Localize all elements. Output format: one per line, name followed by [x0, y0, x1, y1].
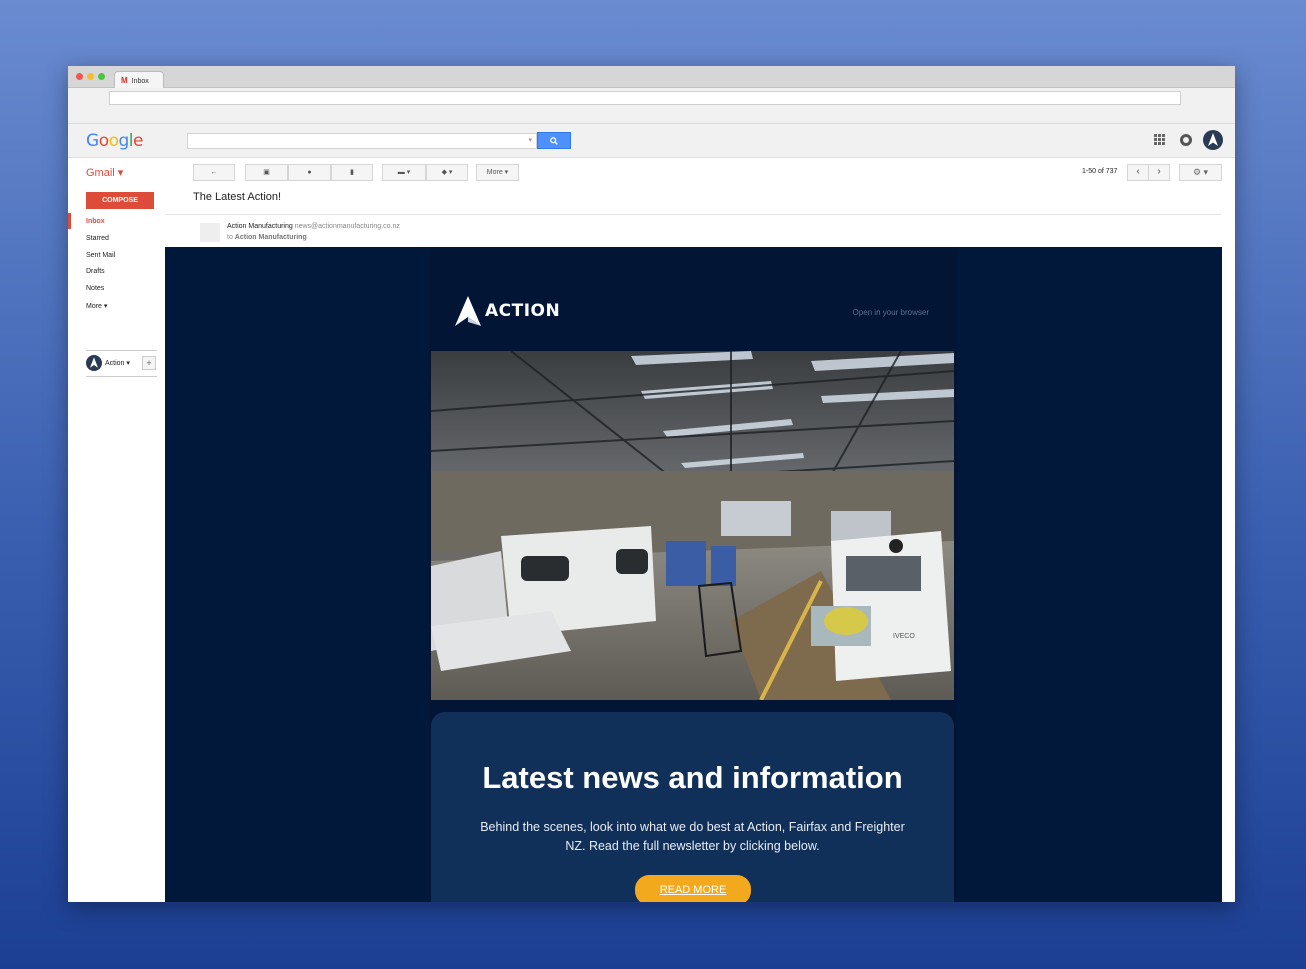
labels-button[interactable]: ◆ ▾ [426, 164, 468, 181]
email-body: ACTION Open in your browser IVECO Latest… [165, 247, 1222, 902]
hangouts-user-name[interactable]: Action ▾ [105, 359, 130, 367]
sidebar-item-inbox[interactable]: Inbox [86, 218, 105, 225]
open-in-browser-link[interactable]: Open in your browser [853, 308, 929, 317]
chevron-down-icon[interactable]: ▾ [528, 136, 532, 144]
message-divider [165, 214, 1221, 215]
tab-label: Inbox [131, 78, 149, 85]
gmail-label[interactable]: Gmail ▾ [86, 166, 123, 179]
address-bar-row [68, 88, 1235, 124]
email-subject: The Latest Action! [193, 191, 282, 203]
delete-button[interactable]: ▮ [331, 164, 373, 181]
settings-button[interactable]: ⚙ ▾ [1179, 164, 1222, 181]
browser-tab-inbox[interactable]: M Inbox [114, 71, 164, 88]
archive-button[interactable]: ▣ [245, 164, 288, 181]
newer-page-button[interactable]: ‹ [1127, 164, 1149, 181]
news-box: Latest news and information Behind the s… [431, 712, 954, 902]
sidebar-item-notes[interactable]: Notes [86, 285, 104, 292]
svg-text:IVECO: IVECO [893, 633, 915, 640]
google-logo-letter: o [108, 131, 119, 151]
maximize-window-button[interactable] [98, 73, 105, 80]
address-bar[interactable] [109, 91, 1181, 105]
google-logo-letter: o [98, 131, 109, 151]
more-actions-button[interactable]: More ▾ [476, 164, 519, 181]
add-hangout-button[interactable]: + [142, 356, 156, 370]
brand-name: ACTION [485, 301, 561, 321]
compose-button[interactable]: COMPOSE [86, 192, 154, 209]
recipient-line: to Action Manufacturing [227, 234, 307, 241]
sidebar-divider [86, 350, 157, 351]
search-button[interactable] [537, 132, 571, 149]
back-button[interactable]: ← [193, 164, 235, 181]
news-headline: Latest news and information [482, 760, 903, 795]
notifications-icon[interactable] [1180, 134, 1192, 146]
apps-grid-icon[interactable] [1154, 134, 1165, 148]
sender-avatar [200, 223, 220, 242]
report-spam-button[interactable]: ● [288, 164, 331, 181]
read-more-button[interactable]: READ MORE [635, 875, 751, 902]
close-window-button[interactable] [76, 73, 83, 80]
google-logo-letter: G [86, 131, 99, 151]
action-logo-icon [1208, 133, 1218, 146]
minimize-window-button[interactable] [87, 73, 94, 80]
sidebar-item-starred[interactable]: Starred [86, 235, 109, 242]
action-logo-icon [90, 357, 98, 368]
news-description: Behind the scenes, look into what we do … [480, 820, 905, 853]
hero-image-factory: IVECO [431, 351, 954, 700]
move-to-button[interactable]: ▬ ▾ [382, 164, 426, 181]
pagination-count: 1-50 of 737 [1082, 168, 1118, 175]
browser-window: M Inbox Google ▾ Gmail ▾ ← ▣ ● ▮ ▬ ▾ ◆ ▾… [68, 66, 1235, 902]
sender-email: news@actionmanufacturing.co.nz [294, 223, 400, 230]
brand-logo[interactable]: ACTION [455, 296, 560, 326]
sidebar-divider [86, 376, 157, 377]
search-input[interactable]: ▾ [187, 133, 537, 149]
newsletter-card: ACTION Open in your browser IVECO Latest… [429, 247, 957, 902]
hangouts-avatar[interactable] [86, 355, 102, 371]
account-avatar[interactable] [1203, 130, 1223, 150]
browser-titlebar: M Inbox [68, 66, 1235, 88]
sidebar-item-drafts[interactable]: Drafts [86, 268, 105, 275]
to-prefix: to [227, 234, 233, 241]
action-logo-icon [455, 296, 481, 326]
sidebar-item-more[interactable]: More ▾ [86, 302, 107, 310]
google-header: Google ▾ [68, 124, 1235, 158]
google-logo[interactable]: Google [86, 131, 143, 151]
gmail-m-icon: M [121, 76, 128, 85]
sender-line: Action Manufacturing news@actionmanufact… [227, 223, 400, 230]
google-logo-letter: g [118, 131, 130, 151]
google-logo-letter: e [133, 131, 143, 151]
sender-name[interactable]: Action Manufacturing [227, 223, 293, 230]
sidebar-item-sent-mail[interactable]: Sent Mail [86, 252, 115, 259]
search-icon [550, 137, 558, 145]
active-nav-indicator [68, 213, 71, 229]
recipient-name[interactable]: Action Manufacturing [235, 234, 307, 241]
older-page-button[interactable]: › [1148, 164, 1170, 181]
